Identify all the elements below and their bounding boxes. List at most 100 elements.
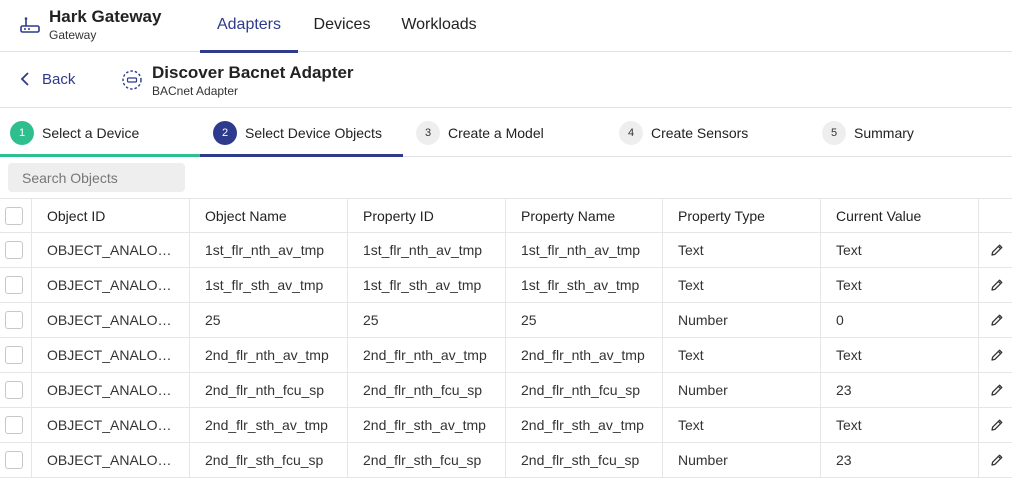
- tab-devices[interactable]: Devices: [305, 0, 379, 52]
- property-type-cell: Text: [663, 268, 821, 302]
- gateway-icon: [20, 17, 40, 33]
- pencil-icon[interactable]: [990, 243, 1004, 257]
- row-select-cell: [0, 443, 32, 477]
- page-title: Discover Bacnet Adapter: [152, 63, 354, 82]
- column-header-property-name[interactable]: Property Name: [506, 199, 663, 232]
- object-id-cell: OBJECT_ANALOG...: [32, 303, 190, 337]
- row-actions-cell: [979, 303, 1012, 337]
- table-row[interactable]: OBJECT_ANALOG... 1st_flr_nth_av_tmp 1st_fl…: [0, 233, 1012, 268]
- table-row[interactable]: OBJECT_ANALOG... 2nd_flr_nth_av_tmp 2nd_fl…: [0, 338, 1012, 373]
- property-type-text: Text: [678, 242, 704, 258]
- table-row[interactable]: OBJECT_ANALOG... 2nd_flr_sth_av_tmp 2nd_fl…: [0, 408, 1012, 443]
- row-checkbox[interactable]: [5, 276, 23, 294]
- object-name-cell: 2nd_flr_nth_av_tmp: [190, 338, 348, 372]
- step-select-device[interactable]: 1 Select a Device: [10, 108, 139, 157]
- row-checkbox[interactable]: [5, 451, 23, 469]
- property-id-cell: 1st_flr_nth_av_tmp: [348, 233, 506, 267]
- app-subtitle: Gateway: [49, 28, 97, 42]
- table-row[interactable]: OBJECT_ANALOG... 25 25 25 Number 0: [0, 303, 1012, 338]
- step-summary[interactable]: 5 Summary: [822, 108, 914, 157]
- column-header-object-name[interactable]: Object Name: [190, 199, 348, 232]
- table-row[interactable]: OBJECT_ANALOG... 2nd_flr_nth_fcu_sp 2nd_fl…: [0, 373, 1012, 408]
- object-name-text: 2nd_flr_nth_fcu_sp: [205, 382, 325, 398]
- property-type-text: Number: [678, 382, 728, 398]
- property-type-text: Number: [678, 312, 728, 328]
- object-id-cell: OBJECT_ANALOG...: [32, 443, 190, 477]
- step-progress-done: [0, 154, 200, 157]
- property-id-cell: 2nd_flr_nth_av_tmp: [348, 338, 506, 372]
- column-header-current-value[interactable]: Current Value: [821, 199, 979, 232]
- pencil-icon[interactable]: [990, 453, 1004, 467]
- property-name-text: 2nd_flr_nth_fcu_sp: [521, 382, 641, 398]
- object-id-text: OBJECT_ANALOG...: [47, 417, 175, 433]
- table-row[interactable]: OBJECT_ANALOG... 2nd_flr_sth_fcu_sp 2nd_fl…: [0, 443, 1012, 478]
- step-number: 4: [619, 120, 643, 145]
- table-header-row: Object ID Object Name Property ID Proper…: [0, 198, 1012, 233]
- pencil-icon[interactable]: [990, 383, 1004, 397]
- object-id-cell: OBJECT_ANALOG...: [32, 408, 190, 442]
- property-type-cell: Number: [663, 373, 821, 407]
- property-id-text: 1st_flr_sth_av_tmp: [363, 277, 482, 293]
- current-value-text: Text: [836, 347, 862, 363]
- row-checkbox[interactable]: [5, 346, 23, 364]
- property-id-cell: 25: [348, 303, 506, 337]
- property-id-text: 1st_flr_nth_av_tmp: [363, 242, 483, 258]
- step-label: Select Device Objects: [245, 124, 382, 141]
- row-checkbox[interactable]: [5, 311, 23, 329]
- object-name-cell: 2nd_flr_sth_fcu_sp: [190, 443, 348, 477]
- object-id-text: OBJECT_ANALOG...: [47, 347, 175, 363]
- row-checkbox[interactable]: [5, 416, 23, 434]
- row-checkbox[interactable]: [5, 381, 23, 399]
- current-value-text: Text: [836, 277, 862, 293]
- page-subtitle: BACnet Adapter: [152, 84, 239, 98]
- step-select-device-objects[interactable]: 2 Select Device Objects: [213, 108, 382, 157]
- table-row[interactable]: OBJECT_ANALOG... 1st_flr_sth_av_tmp 1st_fl…: [0, 268, 1012, 303]
- column-header-object-id[interactable]: Object ID: [32, 199, 190, 232]
- property-type-cell: Text: [663, 233, 821, 267]
- current-value-cell: Text: [821, 408, 979, 442]
- property-type-cell: Text: [663, 408, 821, 442]
- row-select-cell: [0, 268, 32, 302]
- top-bar: Hark Gateway Gateway Adapters Devices Wo…: [0, 0, 1012, 53]
- property-id-text: 2nd_flr_sth_av_tmp: [363, 417, 486, 433]
- object-name-text: 2nd_flr_sth_av_tmp: [205, 417, 328, 433]
- column-header-property-id[interactable]: Property ID: [348, 199, 506, 232]
- pencil-icon[interactable]: [990, 313, 1004, 327]
- property-type-cell: Number: [663, 303, 821, 337]
- back-label: Back: [42, 70, 76, 88]
- property-type-text: Text: [678, 347, 704, 363]
- column-header-property-type[interactable]: Property Type: [663, 199, 821, 232]
- object-id-text: OBJECT_ANALOG...: [47, 312, 175, 328]
- tab-workloads[interactable]: Workloads: [392, 0, 486, 52]
- step-number: 1: [10, 120, 34, 145]
- search-input[interactable]: [8, 163, 185, 192]
- back-button[interactable]: Back: [20, 68, 75, 90]
- table-body: OBJECT_ANALOG... 1st_flr_nth_av_tmp 1st_fl…: [0, 233, 1012, 478]
- property-name-cell: 2nd_flr_nth_fcu_sp: [506, 373, 663, 407]
- row-checkbox[interactable]: [5, 241, 23, 259]
- row-select-cell: [0, 373, 32, 407]
- step-create-sensors[interactable]: 4 Create Sensors: [619, 108, 748, 157]
- current-value-text: 0: [836, 312, 844, 328]
- step-create-model[interactable]: 3 Create a Model: [416, 108, 544, 157]
- property-name-cell: 2nd_flr_nth_av_tmp: [506, 338, 663, 372]
- select-all-checkbox[interactable]: [5, 206, 23, 225]
- tab-adapters[interactable]: Adapters: [200, 0, 298, 53]
- step-label: Create Sensors: [651, 124, 749, 141]
- row-actions-cell: [979, 408, 1012, 442]
- step-label: Create a Model: [448, 124, 544, 141]
- pencil-icon[interactable]: [990, 418, 1004, 432]
- step-label: Select a Device: [42, 124, 140, 141]
- property-name-cell: 2nd_flr_sth_av_tmp: [506, 408, 663, 442]
- object-name-text: 2nd_flr_sth_fcu_sp: [205, 452, 324, 468]
- object-id-cell: OBJECT_ANALOG...: [32, 373, 190, 407]
- property-type-text: Text: [678, 417, 704, 433]
- object-name-cell: 2nd_flr_nth_fcu_sp: [190, 373, 348, 407]
- object-name-cell: 1st_flr_sth_av_tmp: [190, 268, 348, 302]
- pencil-icon[interactable]: [990, 348, 1004, 362]
- current-value-cell: Text: [821, 268, 979, 302]
- object-id-text: OBJECT_ANALOG...: [47, 382, 175, 398]
- row-actions-cell: [979, 268, 1012, 302]
- column-header-actions: [979, 199, 1012, 232]
- pencil-icon[interactable]: [990, 278, 1004, 292]
